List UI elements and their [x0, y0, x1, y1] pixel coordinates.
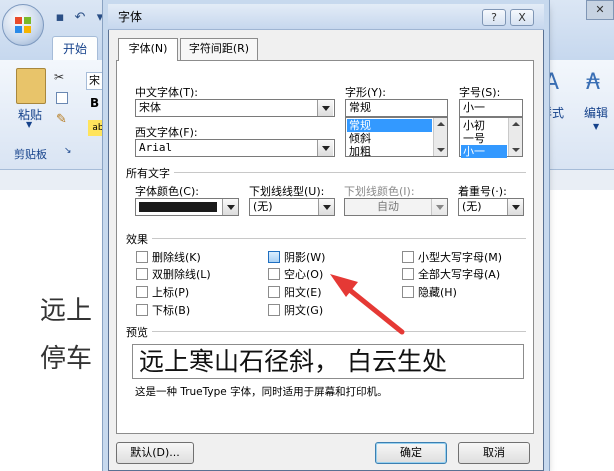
strikethrough-checkbox[interactable]	[136, 251, 148, 263]
chevron-down-icon[interactable]	[317, 100, 333, 116]
hidden-checkbox[interactable]	[402, 286, 414, 298]
cancel-button[interactable]: 取消	[458, 442, 530, 464]
style-listbox[interactable]: 常规 倾斜 加粗	[345, 117, 448, 158]
format-painter-icon[interactable]: ✎	[56, 112, 67, 127]
copy-icon[interactable]	[56, 92, 68, 104]
bold-button[interactable]: B	[90, 96, 99, 110]
dialog-title: 字体	[118, 10, 143, 24]
editing-dropdown-icon[interactable]: ▼	[593, 122, 599, 131]
preview-heading: 预览	[126, 326, 148, 339]
cut-icon[interactable]: ✂	[54, 70, 64, 84]
separator	[174, 172, 526, 173]
window-close-button[interactable]: ✕	[586, 0, 614, 20]
preview-box: 远上寒山石径斜， 白云生处	[132, 344, 524, 379]
size-listbox[interactable]: 小初 一号 小一	[459, 117, 523, 158]
tab-character-spacing[interactable]: 字符间距(R)	[180, 38, 258, 60]
underline-color-label: 下划线颜色(I):	[344, 185, 415, 198]
chevron-down-icon[interactable]	[317, 140, 333, 156]
effects-heading: 效果	[126, 233, 148, 246]
size-option[interactable]: 小初	[461, 119, 507, 132]
clipboard-launcher-icon[interactable]: ↘	[64, 146, 72, 156]
subscript-label[interactable]: 下标(B)	[152, 302, 190, 318]
style-scrollbar[interactable]	[433, 118, 447, 156]
dialog-close-button[interactable]: X	[510, 9, 534, 26]
editing-icon[interactable]: ₳	[586, 70, 600, 95]
strikethrough-label[interactable]: 删除线(K)	[152, 249, 201, 265]
chevron-down-icon	[431, 199, 447, 215]
preview-note: 这是一种 TrueType 字体，同时适用于屏幕和打印机。	[135, 386, 388, 398]
outline-checkbox[interactable]	[268, 268, 280, 280]
style-option-bold[interactable]: 加粗	[347, 145, 432, 158]
document-line-2: 停车	[40, 344, 93, 374]
hidden-label[interactable]: 隐藏(H)	[418, 284, 457, 300]
size-input[interactable]: 小一	[459, 99, 523, 117]
undo-icon[interactable]: ↶	[72, 10, 88, 26]
size-option-selected[interactable]: 小一	[461, 145, 507, 158]
font-color-swatch	[139, 202, 217, 212]
style-option-regular[interactable]: 常规	[347, 119, 432, 132]
separator	[152, 238, 526, 239]
dialog-titlebar[interactable]	[108, 4, 544, 30]
chinese-font-label: 中文字体(T):	[135, 86, 199, 99]
engrave-label[interactable]: 阴文(G)	[284, 302, 323, 318]
emphasis-mark-label: 着重号(·):	[458, 185, 507, 198]
all-caps-label[interactable]: 全部大写字母(A)	[418, 266, 500, 282]
double-strikethrough-label[interactable]: 双删除线(L)	[152, 266, 211, 282]
dropdown-icon[interactable]: ▾	[92, 10, 108, 26]
outline-label[interactable]: 空心(O)	[284, 266, 323, 282]
engrave-checkbox[interactable]	[268, 304, 280, 316]
style-input[interactable]: 常规	[345, 99, 448, 117]
save-icon[interactable]: ▪	[52, 10, 68, 26]
size-label: 字号(S):	[459, 86, 501, 99]
western-font-combo[interactable]: Arial	[135, 139, 335, 157]
underline-type-label: 下划线线型(U):	[249, 185, 325, 198]
styles-icon[interactable]: A	[544, 70, 559, 95]
superscript-checkbox[interactable]	[136, 286, 148, 298]
size-scrollbar[interactable]	[508, 118, 522, 156]
clipboard-group-label: 剪贴板	[14, 148, 47, 161]
small-caps-label[interactable]: 小型大写字母(M)	[418, 249, 502, 265]
editing-label[interactable]: 编辑	[584, 104, 608, 121]
ok-button[interactable]: 确定	[375, 442, 447, 464]
double-strikethrough-checkbox[interactable]	[136, 268, 148, 280]
shadow-label[interactable]: 阴影(W)	[284, 249, 325, 265]
chevron-down-icon[interactable]	[507, 199, 523, 215]
chevron-down-icon[interactable]	[318, 199, 334, 215]
quick-access-toolbar: ▪ ↶ ▾	[52, 10, 108, 28]
shadow-checkbox[interactable]	[268, 251, 280, 263]
small-caps-checkbox[interactable]	[402, 251, 414, 263]
tab-home[interactable]: 开始	[52, 36, 98, 60]
all-caps-checkbox[interactable]	[402, 268, 414, 280]
scroll-down-icon[interactable]	[512, 148, 520, 152]
highlight-button[interactable]: ab	[88, 120, 108, 136]
all-text-heading: 所有文字	[126, 167, 170, 180]
paste-dropdown-icon[interactable]: ▼	[26, 120, 32, 129]
tab-font[interactable]: 字体(N)	[118, 38, 178, 61]
document-line-1: 远上	[40, 296, 93, 326]
office-logo-icon	[15, 17, 31, 33]
style-label: 字形(Y):	[345, 86, 387, 99]
scroll-up-icon[interactable]	[437, 122, 445, 126]
emboss-label[interactable]: 阳文(E)	[284, 284, 322, 300]
scroll-down-icon[interactable]	[437, 148, 445, 152]
separator	[152, 331, 526, 332]
subscript-checkbox[interactable]	[136, 304, 148, 316]
paste-icon[interactable]	[16, 68, 46, 104]
style-option-italic[interactable]: 倾斜	[347, 132, 432, 145]
font-color-label: 字体颜色(C):	[135, 185, 199, 198]
scroll-up-icon[interactable]	[512, 122, 520, 126]
help-button[interactable]: ?	[482, 9, 506, 26]
western-font-label: 西文字体(F):	[135, 126, 198, 139]
chevron-down-icon[interactable]	[222, 199, 238, 215]
default-button[interactable]: 默认(D)...	[116, 442, 194, 464]
superscript-label[interactable]: 上标(P)	[152, 284, 189, 300]
preview-sample-text: 远上寒山石径斜， 白云生处	[139, 347, 447, 376]
emboss-checkbox[interactable]	[268, 286, 280, 298]
size-option[interactable]: 一号	[461, 132, 507, 145]
chinese-font-combo[interactable]: 宋体	[135, 99, 335, 117]
